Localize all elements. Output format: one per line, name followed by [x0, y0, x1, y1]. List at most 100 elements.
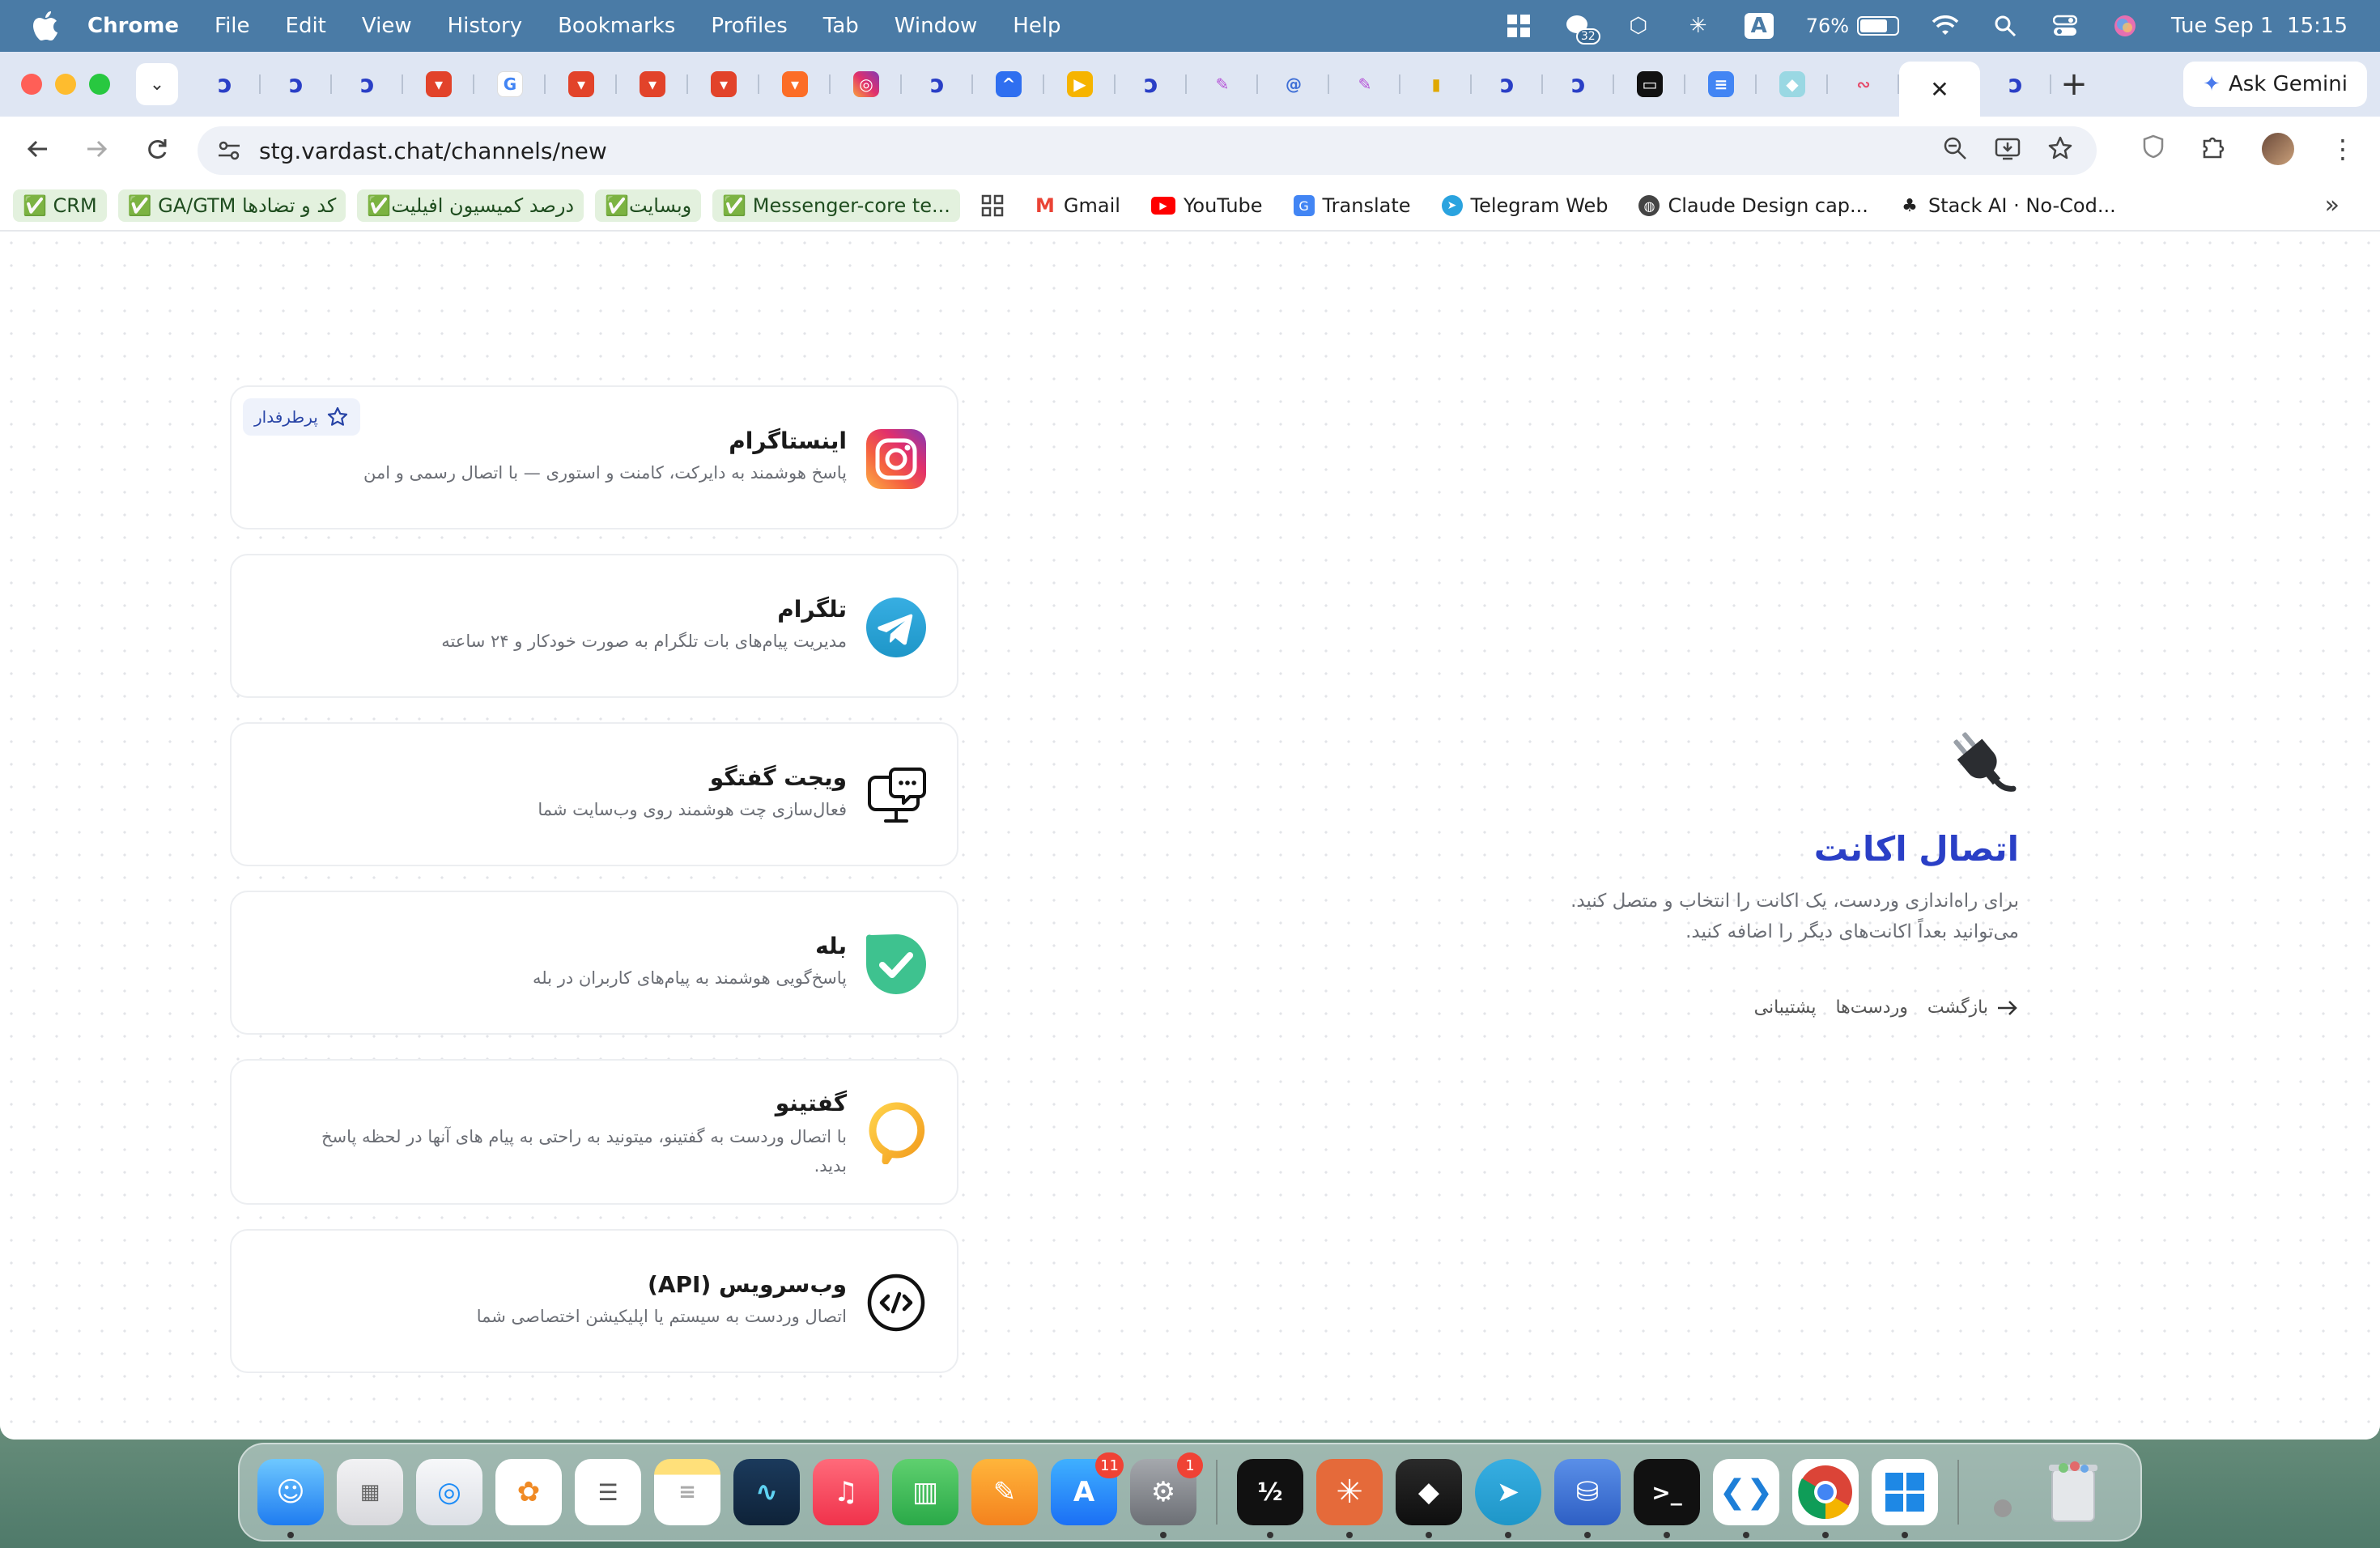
pages-icon[interactable]: ✎ — [971, 1459, 1038, 1525]
tab-cube[interactable]: ◆ — [1757, 62, 1828, 107]
tab-vardast-7[interactable]: ↄ — [1543, 62, 1614, 107]
wifi-icon[interactable] — [1932, 12, 1959, 40]
numbers-icon[interactable]: ▥ — [892, 1459, 958, 1525]
spark-icon[interactable]: ✳ — [1685, 12, 1712, 40]
bookmark-youtube[interactable]: ▶ YouTube — [1141, 189, 1273, 222]
tab-vardast-5[interactable]: ↄ — [1116, 62, 1187, 107]
half-app-icon[interactable]: ½ — [1237, 1459, 1303, 1538]
profile-avatar[interactable] — [2262, 133, 2294, 165]
menu-edit[interactable]: Edit — [286, 14, 326, 38]
app-store-icon[interactable]: A 11 — [1051, 1452, 1124, 1525]
tab-vardast-6[interactable]: ↄ — [1472, 62, 1543, 107]
spotlight-search-icon[interactable] — [1991, 12, 2019, 40]
windows-grid-icon[interactable] — [1505, 12, 1532, 40]
extensions-puzzle-icon[interactable] — [2200, 134, 2226, 165]
tab-search-chevron-icon[interactable]: ⌄ — [136, 63, 178, 105]
zoom-icon[interactable] — [1943, 136, 1967, 166]
tab-docs-yellow[interactable]: ▮ — [1400, 62, 1472, 107]
tab-vardast-1[interactable]: ↄ — [189, 62, 261, 107]
menu-tab[interactable]: Tab — [823, 14, 859, 38]
minimize-window-button[interactable] — [55, 74, 76, 95]
tab-google-docs[interactable]: ≡ — [1685, 62, 1757, 107]
finder-icon[interactable]: ☺ — [257, 1459, 324, 1538]
bookmark-ga-gtm[interactable]: ✅ GA/GTM کد و تضادها — [117, 189, 346, 222]
url-text[interactable]: stg.vardast.chat/channels/new — [259, 138, 607, 164]
tab-vardast-2[interactable]: ↄ — [261, 62, 332, 107]
support-link[interactable]: پشتیبانی — [1754, 997, 1817, 1018]
reload-button[interactable] — [134, 126, 180, 172]
site-info-icon[interactable] — [217, 138, 241, 163]
chrome-dock-icon[interactable] — [1792, 1459, 1859, 1538]
menu-history[interactable]: History — [448, 14, 523, 38]
tab-meet[interactable]: ▶ — [1044, 62, 1116, 107]
shield-extension-icon[interactable] — [2142, 134, 2165, 164]
system-settings-icon[interactable]: ⚙ 1 — [1130, 1452, 1203, 1538]
chrome-menu-icon[interactable]: ⋮ — [2330, 134, 2356, 164]
menubar-clock[interactable]: Tue Sep 1 15:15 — [2171, 14, 2348, 38]
channel-card-goftino[interactable]: گفتینو با اتصال وردست به گفتینو، میتونید… — [230, 1059, 958, 1205]
telegram-dock-icon[interactable]: ➤ — [1475, 1459, 1541, 1538]
tab-gitlab-1[interactable]: ▾ — [403, 62, 474, 107]
bookmark-star-icon[interactable] — [2048, 136, 2072, 166]
battery-status[interactable]: 76% — [1806, 15, 1900, 37]
bookmark-stack-ai[interactable]: ♣ Stack AI · No-Cod... — [1889, 189, 2126, 222]
safari-icon[interactable]: ◎ — [416, 1459, 482, 1525]
tab-gitlab-5[interactable]: ▾ — [759, 62, 831, 107]
close-tab-icon[interactable]: ✕ — [1927, 76, 1953, 103]
wechat-icon[interactable]: 32 — [1565, 12, 1600, 45]
vardasts-link[interactable]: وردست‌ها — [1835, 997, 1907, 1018]
menu-profiles[interactable]: Profiles — [711, 14, 787, 38]
reminders-icon[interactable]: ☰ — [575, 1459, 641, 1525]
app-menu-chrome[interactable]: Chrome — [87, 14, 179, 38]
channel-card-instagram[interactable]: پرطرفدار اینستاگرام پاسخ هوشمند به دایرک… — [230, 385, 958, 529]
bookmark-translate[interactable]: G Translate — [1284, 189, 1421, 222]
menu-help[interactable]: Help — [1013, 14, 1060, 38]
back-link[interactable]: بازگشت — [1927, 997, 2019, 1018]
photos-icon[interactable]: ✿ — [495, 1459, 562, 1525]
siri-icon[interactable] — [2111, 12, 2139, 40]
more-bookmarks-chevron-icon[interactable]: » — [2325, 191, 2340, 219]
music-icon[interactable]: ♫ — [813, 1459, 879, 1525]
address-bar[interactable]: stg.vardast.chat/channels/new — [198, 126, 2097, 175]
freeform-icon[interactable]: ∿ — [733, 1459, 800, 1525]
channel-card-chat-widget[interactable]: ویجت گفتگو فعال‌سازی چت هوشمند روی وب‌سا… — [230, 722, 958, 866]
tab-graph[interactable]: ∾ — [1828, 62, 1899, 107]
bookmark-gmail[interactable]: M Gmail — [1025, 189, 1130, 222]
notes-icon[interactable]: ≡ — [654, 1459, 720, 1525]
tab-app[interactable]: ^ — [973, 62, 1044, 107]
close-window-button[interactable] — [21, 74, 42, 95]
cube-app-icon[interactable]: ◆ — [1396, 1459, 1462, 1538]
bookmark-website[interactable]: ✅وبسایت — [595, 189, 702, 222]
vscode-icon[interactable]: ❮❯ — [1713, 1459, 1779, 1538]
ask-gemini-button[interactable]: ✦ Ask Gemini — [2183, 62, 2367, 107]
bookmark-telegram-web[interactable]: ➤ Telegram Web — [1432, 189, 1618, 222]
apple-menu-icon[interactable] — [32, 11, 58, 40]
box-icon[interactable]: ⬡ — [1625, 12, 1652, 40]
zoom-window-button[interactable] — [89, 74, 110, 95]
tab-black-app[interactable]: ▭ — [1614, 62, 1685, 107]
tab-google[interactable]: G — [474, 62, 546, 107]
channel-card-telegram[interactable]: تلگرام مدیریت پیام‌های بات تلگرام به صور… — [230, 554, 958, 698]
bookmark-crm[interactable]: ✅ CRM — [13, 189, 107, 222]
launchpad-icon[interactable]: ▦ — [337, 1459, 403, 1525]
downloads-stack-icon[interactable] — [1978, 1459, 2027, 1525]
tab-gitlab-2[interactable]: ▾ — [546, 62, 617, 107]
new-tab-button[interactable]: + — [2051, 62, 2097, 107]
tab-gitlab-3[interactable]: ▾ — [617, 62, 688, 107]
bookmark-claude-design[interactable]: ◍ Claude Design cap... — [1629, 189, 1878, 222]
tab-vardast-8[interactable]: ↄ — [1980, 62, 2051, 107]
tab-figma-1[interactable]: ✎ — [1187, 62, 1258, 107]
channel-card-bale[interactable]: بله پاسخ‌گویی هوشمند به پیام‌های کاربران… — [230, 891, 958, 1035]
tab-gitlab-4[interactable]: ▾ — [688, 62, 759, 107]
bookmark-affiliate[interactable]: ✅درصد کمیسیون افیلیت — [357, 189, 584, 222]
channel-card-api[interactable]: وب‌سرویس (API) اتصال وردست به سیستم یا ا… — [230, 1229, 958, 1373]
tab-vardast-3[interactable]: ↄ — [332, 62, 403, 107]
apps-grid-icon[interactable] — [971, 189, 1014, 222]
tab-instagram[interactable]: ◎ — [831, 62, 902, 107]
menu-file[interactable]: File — [215, 14, 250, 38]
windows-app-icon[interactable] — [1872, 1459, 1938, 1538]
trash-icon[interactable] — [2040, 1459, 2106, 1525]
claude-icon[interactable]: ✳ — [1316, 1459, 1383, 1538]
menu-view[interactable]: View — [362, 14, 412, 38]
menu-bookmarks[interactable]: Bookmarks — [558, 14, 675, 38]
